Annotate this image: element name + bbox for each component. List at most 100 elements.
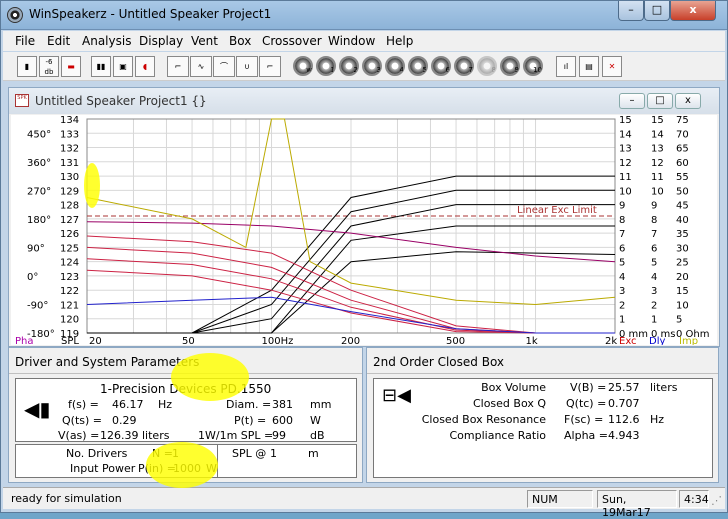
phase-tick-label: 180° bbox=[27, 215, 51, 226]
x-tick-label: 50 bbox=[182, 336, 195, 345]
excursion-tick-label: 11 bbox=[619, 172, 632, 183]
plot-maximize-button[interactable]: □ bbox=[647, 93, 673, 109]
bar-graph-icon[interactable]: ıl bbox=[556, 56, 576, 77]
excursion-limit-label: Linear Exc Limit bbox=[517, 205, 597, 216]
crossover-icon[interactable]: ✕ bbox=[602, 56, 622, 77]
driver-tool-icon[interactable]: ▮ bbox=[17, 56, 37, 77]
vas-value[interactable]: 126.39 bbox=[100, 429, 139, 442]
delay-tick-label: 2 bbox=[651, 300, 657, 311]
box-q-value[interactable]: 0.707 bbox=[608, 397, 640, 410]
diam-value[interactable]: 381 bbox=[272, 398, 293, 411]
maximize-button[interactable]: □ bbox=[644, 1, 670, 21]
spl-unit: dB bbox=[310, 429, 325, 442]
highpass-icon[interactable]: ⌐ bbox=[259, 56, 281, 77]
excursion-tick-label: 9 bbox=[619, 201, 625, 212]
plot-9-icon[interactable]: 9 bbox=[500, 56, 520, 76]
impedance-tick-label: 30 bbox=[676, 243, 689, 254]
compliance-value[interactable]: 4.943 bbox=[608, 429, 640, 442]
spl-tick-label: 125 bbox=[60, 243, 79, 254]
menu-box[interactable]: Box bbox=[229, 34, 251, 48]
impedance-tick-label: 75 bbox=[676, 115, 689, 126]
plot-close-button[interactable]: x bbox=[675, 93, 701, 109]
vas-label: V(as) = bbox=[58, 429, 100, 442]
excursion-tick-label: 12 bbox=[619, 158, 632, 169]
box-res-value[interactable]: 112.6 bbox=[608, 413, 640, 426]
bandpass-icon[interactable]: ∿ bbox=[190, 56, 212, 77]
phase-tick-label: 360° bbox=[27, 158, 51, 169]
menu-edit[interactable]: Edit bbox=[47, 34, 70, 48]
menu-analysis[interactable]: Analysis bbox=[82, 34, 131, 48]
excursion-tick-label: 3 bbox=[619, 286, 625, 297]
horn-icon[interactable]: ◖ bbox=[135, 56, 155, 77]
plot-6-icon[interactable]: 6 bbox=[431, 56, 451, 76]
box-q-var: Q(tc) = bbox=[566, 397, 607, 410]
impedance-tick-label: 5 bbox=[676, 315, 682, 326]
closed-box-body: ⊟◀ Box Volume V(B) = 25.57 liters Closed… bbox=[373, 378, 713, 478]
dip-icon[interactable]: ∪ bbox=[236, 56, 258, 77]
spl-tick-label: 123 bbox=[60, 272, 79, 283]
menu-crossover[interactable]: Crossover bbox=[262, 34, 322, 48]
notch-icon[interactable]: ⌒ bbox=[213, 56, 235, 77]
impedance-tick-label: 15 bbox=[676, 286, 689, 297]
box-volume-value[interactable]: 25.57 bbox=[608, 381, 640, 394]
impedance-tick-label: 60 bbox=[676, 158, 689, 169]
spl-tick-label: 127 bbox=[60, 215, 79, 226]
plot-10-icon[interactable]: 10 bbox=[523, 56, 543, 76]
delay-tick-label: 3 bbox=[651, 286, 657, 297]
menu-file[interactable]: File bbox=[15, 34, 35, 48]
excursion-tick-label: 14 bbox=[619, 129, 632, 140]
delay-tick-label: 1 bbox=[651, 315, 657, 326]
plot-w-icon[interactable]: w bbox=[293, 56, 313, 76]
impedance-tick-label: 50 bbox=[676, 186, 689, 197]
delay-tick-label: 5 bbox=[651, 258, 657, 269]
phase-tick-label: 270° bbox=[27, 186, 51, 197]
pt-value[interactable]: 600 bbox=[272, 414, 293, 427]
excursion-tick-label: 6 bbox=[619, 243, 625, 254]
status-bar: ready for simulation NUM Sun, 19Mar17 4:… bbox=[3, 487, 725, 519]
print-icon[interactable]: ▤ bbox=[579, 56, 599, 77]
menu-window[interactable]: Window bbox=[328, 34, 375, 48]
highlight-mark bbox=[146, 442, 218, 488]
delay-tick-label: 11 bbox=[651, 172, 664, 183]
plot-1-icon[interactable]: 1 bbox=[316, 56, 336, 76]
bars-icon[interactable]: ▮▮ bbox=[91, 56, 111, 77]
fs-value[interactable]: 46.17 bbox=[112, 398, 144, 411]
menu-display[interactable]: Display bbox=[139, 34, 183, 48]
menu-bar: File Edit Analysis Display Vent Box Cros… bbox=[3, 31, 725, 51]
car-icon[interactable]: ▬ bbox=[61, 56, 81, 77]
window-title: WinSpeakerz - Untitled Speaker Project1 bbox=[29, 7, 272, 21]
spl-tick-label: 120 bbox=[60, 315, 79, 326]
plot-4-icon[interactable]: 4 bbox=[385, 56, 405, 76]
highlight-mark bbox=[84, 163, 100, 208]
qts-value[interactable]: 0.29 bbox=[112, 414, 137, 427]
plot-7-icon[interactable]: 7 bbox=[454, 56, 474, 76]
box-res-label: Closed Box Resonance bbox=[421, 413, 546, 426]
excursion-tick-label: 13 bbox=[619, 144, 632, 155]
attenuate-button[interactable]: -6 db bbox=[39, 56, 59, 77]
plot-3-icon[interactable]: 3 bbox=[362, 56, 382, 76]
close-button[interactable]: x bbox=[670, 1, 716, 21]
minimize-button[interactable]: – bbox=[618, 1, 644, 21]
resize-grip-icon[interactable]: ⋰ bbox=[711, 494, 722, 507]
excursion-tick-label: 15 bbox=[619, 115, 632, 126]
box-speaker-icon[interactable]: ▣ bbox=[113, 56, 133, 77]
plot-5-icon[interactable]: 5 bbox=[408, 56, 428, 76]
menu-help[interactable]: Help bbox=[386, 34, 413, 48]
plot-minimize-button[interactable]: – bbox=[619, 93, 645, 109]
spl-value[interactable]: 99 bbox=[272, 429, 286, 442]
phase-tick-label: 0° bbox=[27, 272, 38, 283]
closed-box-panel: 2nd Order Closed Box ⊟◀ Box Volume V(B) … bbox=[366, 347, 719, 483]
spl-tick-label: 128 bbox=[60, 201, 79, 212]
speaker-icon: ◀▮ bbox=[24, 397, 51, 421]
lowpass-icon[interactable]: ⌐ bbox=[167, 56, 189, 77]
phase-axis-label: Pha bbox=[15, 336, 34, 345]
speaker-app-icon[interactable] bbox=[7, 7, 23, 23]
x-tick-label: 20 bbox=[89, 336, 102, 345]
spl-at-value[interactable]: 1 bbox=[270, 447, 277, 460]
menu-vent[interactable]: Vent bbox=[191, 34, 218, 48]
plot-2-icon[interactable]: 2 bbox=[339, 56, 359, 76]
plot-8-icon[interactable]: 8 bbox=[477, 56, 497, 76]
spl-at-unit: m bbox=[308, 447, 319, 460]
box-volume-unit: liters bbox=[650, 381, 678, 394]
response-graph[interactable]: 450° 360° 270° 180° 90° 0° -90° -180° 134 133 132 1… bbox=[11, 115, 717, 347]
